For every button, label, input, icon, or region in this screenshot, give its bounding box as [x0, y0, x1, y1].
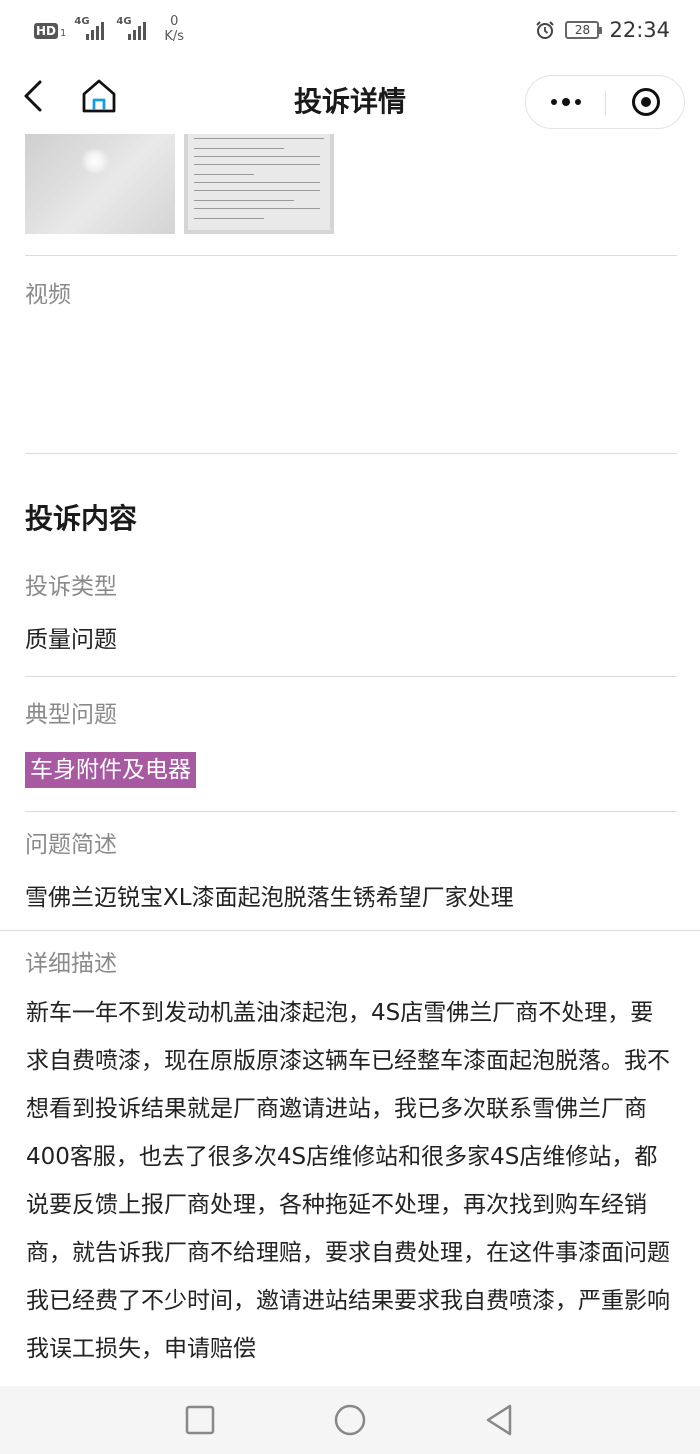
- complaint-detail-content: 视频 投诉内容 投诉类型 质量问题 典型问题 车身附件及电器 问题简述 雪佛兰迈…: [0, 134, 700, 1386]
- attachment-image-1[interactable]: [25, 134, 175, 234]
- signal-bars: [86, 22, 105, 40]
- battery-level: 28: [574, 23, 591, 37]
- signal-4g-icon-2: 4G: [116, 14, 150, 44]
- divider: [25, 453, 677, 454]
- summary-value: 雪佛兰迈锐宝XL漆面起泡脱落生锈希望厂家处理: [25, 885, 514, 911]
- divider: [25, 811, 677, 812]
- complaint-type-value: 质量问题: [25, 627, 117, 653]
- battery-icon: 28: [565, 21, 603, 39]
- network-speed-unit: K/s: [164, 29, 185, 44]
- home-circle-icon[interactable]: [330, 1400, 370, 1440]
- target-close-icon: [631, 88, 660, 116]
- typical-issue-label: 典型问题: [25, 702, 117, 728]
- more-options-button[interactable]: [526, 76, 605, 128]
- video-label: 视频: [25, 282, 71, 308]
- section-title-complaint-content: 投诉内容: [25, 502, 138, 535]
- status-left: HD 1 4G 4G 0 K/s: [34, 14, 184, 44]
- signal-bars-2: [128, 22, 147, 40]
- back-triangle-icon[interactable]: [480, 1400, 520, 1440]
- clock: 22:34: [609, 18, 670, 42]
- detail-label: 详细描述: [25, 951, 117, 977]
- status-bar: HD 1 4G 4G 0 K/s 28 22:34: [0, 0, 700, 62]
- navigation-bar: 投诉详情: [0, 62, 700, 134]
- typical-issue-tag: 车身附件及电器: [25, 752, 196, 788]
- signal-4g-icon: 4G: [74, 14, 108, 44]
- detail-description: 新车一年不到发动机盖油漆起泡，4S店雪佛兰厂商不处理，要求自费喷漆，现在原版原漆…: [26, 1000, 670, 1362]
- system-navigation-bar: [0, 1386, 700, 1454]
- complaint-type-label: 投诉类型: [25, 574, 117, 600]
- attachment-image-2[interactable]: [184, 134, 334, 234]
- sim-number: 1: [60, 28, 67, 39]
- status-right: 28 22:34: [535, 18, 670, 42]
- recent-apps-icon[interactable]: [180, 1400, 220, 1440]
- network-speed: 0 K/s: [164, 14, 184, 44]
- miniprogram-capsule: [525, 75, 685, 129]
- summary-label: 问题简述: [25, 832, 117, 858]
- hd-badge: HD: [34, 23, 59, 39]
- divider: [0, 930, 700, 931]
- alarm-icon: [536, 21, 555, 39]
- close-miniprogram-button[interactable]: [606, 76, 685, 128]
- divider: [25, 255, 677, 256]
- network-speed-value: 0: [170, 14, 179, 29]
- divider: [25, 676, 677, 677]
